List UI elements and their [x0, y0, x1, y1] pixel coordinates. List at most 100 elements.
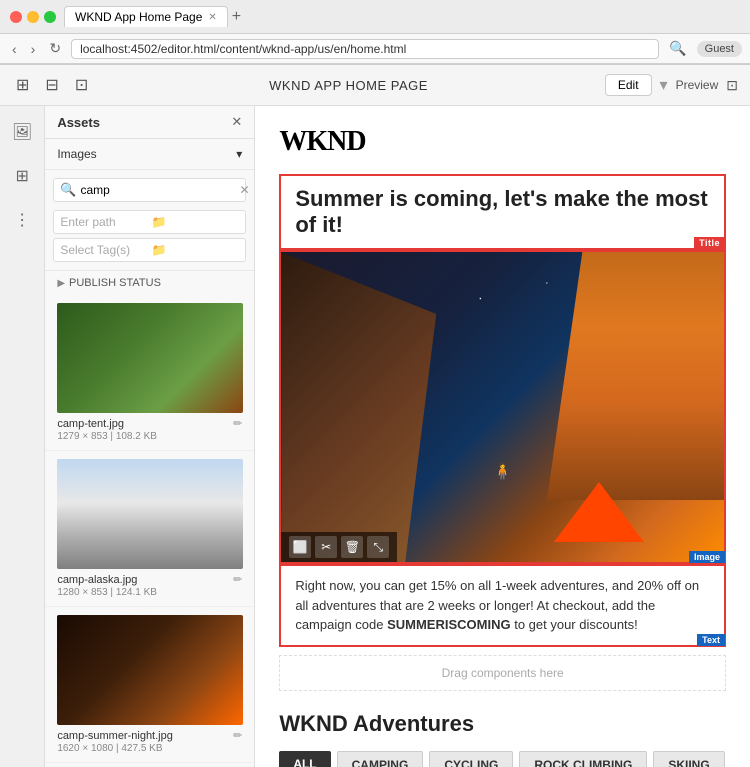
category-pill-rock-climbing[interactable]: ROCK CLIMBING	[519, 751, 647, 767]
address-bar: ‹ › ↻ 🔍 Guest	[0, 34, 750, 64]
adventures-section: WKND Adventures ALL CAMPING CYCLING ROCK…	[279, 711, 726, 767]
resize-tool-button[interactable]: ⤡	[367, 536, 389, 558]
crop-tool-button[interactable]: ⬜	[289, 536, 311, 558]
path-placeholder: Enter path	[60, 215, 148, 229]
sidebar-close-icon[interactable]: ✕	[231, 114, 242, 130]
category-pills: ALL CAMPING CYCLING ROCK CLIMBING SKIING…	[279, 751, 726, 767]
hero-title: Summer is coming, let's make the most of…	[295, 186, 710, 238]
components-icon[interactable]: ⊞	[11, 162, 32, 190]
asset-search-bar: 🔍 ✕	[53, 178, 246, 202]
folder-icon: 📁	[152, 215, 240, 229]
asset-item: camp-tent.jpg ✏ 1279 × 853 | 108.2 KB	[45, 295, 254, 451]
tag-select-row[interactable]: Select Tag(s) 📁	[53, 238, 246, 262]
share-icon[interactable]: ⊡	[726, 77, 738, 94]
traffic-lights	[10, 11, 56, 23]
search-clear-icon[interactable]: ✕	[240, 183, 250, 197]
sidebar-icon-strip: 🖼 ⊞ ⋮	[0, 106, 45, 767]
new-tab-button[interactable]: +	[232, 8, 241, 26]
drag-hint: Drag components here	[279, 655, 726, 691]
asset-meta: 1279 × 853 | 108.2 KB	[57, 431, 242, 442]
asset-meta: 1280 × 853 | 124.1 KB	[57, 587, 242, 598]
tag-folder-icon: 📁	[152, 243, 240, 257]
asset-thumbnail[interactable]	[57, 303, 243, 413]
toolbar-actions: Edit ▾ Preview ⊡	[605, 74, 738, 96]
titlebar: WKND App Home Page ✕ +	[0, 0, 750, 34]
tree-icon[interactable]: ⋮	[10, 206, 34, 234]
asset-thumbnail[interactable]	[57, 459, 243, 569]
asset-item	[45, 763, 254, 767]
assets-icon[interactable]: 🖼	[8, 118, 36, 146]
asset-edit-icon[interactable]: ✏	[233, 417, 242, 430]
sidebar-title: Assets	[57, 115, 100, 130]
url-input[interactable]	[71, 39, 659, 59]
tag-placeholder: Select Tag(s)	[60, 243, 148, 257]
category-pill-cycling[interactable]: CYCLING	[429, 751, 513, 767]
wknd-logo: WKND	[279, 126, 726, 158]
panel-icon[interactable]: ⊟	[41, 71, 62, 99]
asset-edit-icon[interactable]: ✏	[233, 729, 242, 742]
edit-button[interactable]: Edit	[605, 74, 652, 96]
asset-name-row: camp-summer-night.jpg ✏	[57, 729, 242, 742]
image-component[interactable]: 🧍 ⬜ ✂ 🗑 ⤡ Image	[279, 250, 726, 564]
tent-body	[554, 482, 644, 542]
image-badge: Image	[689, 551, 725, 563]
assets-type-label: Images	[57, 147, 96, 161]
text-badge: Text	[697, 634, 725, 646]
hero-text: Right now, you can get 15% on all 1-week…	[295, 576, 710, 635]
main-layout: 🖼 ⊞ ⋮ Assets ✕ Images ▾ 🔍 ✕ Enter path 📁…	[0, 106, 750, 767]
asset-meta: 1620 × 1080 | 427.5 KB	[57, 743, 242, 754]
refresh-button[interactable]: ↻	[45, 38, 65, 59]
sidebar-header-actions: ✕	[231, 114, 242, 130]
chevron-down-icon: ▾	[236, 147, 242, 161]
hero-image: 🧍 ⬜ ✂ 🗑 ⤡	[281, 252, 724, 562]
tab-title: WKND App Home Page	[75, 10, 202, 24]
layers-icon[interactable]: ⊞	[12, 71, 33, 99]
text-component[interactable]: Right now, you can get 15% on all 1-week…	[279, 564, 726, 647]
asset-item: camp-summer-night.jpg ✏ 1620 × 1080 | 42…	[45, 607, 254, 763]
back-button[interactable]: ‹	[8, 39, 21, 59]
asset-item: camp-alaska.jpg ✏ 1280 × 853 | 124.1 KB	[45, 451, 254, 607]
asset-name-row: camp-alaska.jpg ✏	[57, 573, 242, 586]
tab-close-icon[interactable]: ✕	[208, 12, 216, 23]
category-pill-skiing[interactable]: SKIING	[653, 751, 724, 767]
asset-name-row: camp-tent.jpg ✏	[57, 417, 242, 430]
publish-status-row[interactable]: ▶ PUBLISH STATUS	[45, 270, 254, 295]
browser-tab[interactable]: WKND App Home Page ✕	[64, 6, 228, 27]
assets-sidebar: Assets ✕ Images ▾ 🔍 ✕ Enter path 📁 Selec…	[45, 106, 255, 767]
asset-search-input[interactable]	[81, 183, 236, 197]
category-pill-all[interactable]: ALL	[279, 751, 330, 767]
preview-button[interactable]: Preview	[676, 78, 719, 92]
image-toolbar: ⬜ ✂ 🗑 ⤡	[281, 532, 397, 562]
cut-tool-button[interactable]: ✂	[315, 536, 337, 558]
tab-bar: WKND App Home Page ✕ +	[64, 6, 241, 27]
assets-type-dropdown[interactable]: Images ▾	[45, 139, 254, 170]
publish-status-label: PUBLISH STATUS	[69, 277, 161, 289]
asset-name: camp-tent.jpg	[57, 418, 124, 430]
title-badge: Title	[694, 237, 725, 249]
title-component[interactable]: Summer is coming, let's make the most of…	[279, 174, 726, 250]
search-icon[interactable]: 🔍	[665, 38, 690, 59]
asset-edit-icon[interactable]: ✏	[233, 573, 242, 586]
guest-badge: Guest	[697, 41, 742, 57]
maximize-button[interactable]	[44, 11, 56, 23]
toolbar-left: ⊞ ⊟ ⊡	[12, 71, 92, 99]
content-area: WKND Summer is coming, let's make the mo…	[255, 106, 750, 767]
delete-tool-button[interactable]: 🗑	[341, 536, 363, 558]
sidebar-header: Assets ✕	[45, 106, 254, 139]
app-toolbar: ⊞ ⊟ ⊡ WKND APP HOME PAGE Edit ▾ Preview …	[0, 65, 750, 106]
chevron-right-icon: ▶	[57, 278, 65, 289]
grid-icon[interactable]: ⊡	[71, 71, 92, 99]
asset-thumbnail[interactable]	[57, 615, 243, 725]
tent	[554, 482, 644, 542]
path-input-row[interactable]: Enter path 📁	[53, 210, 246, 234]
forward-button[interactable]: ›	[27, 39, 40, 59]
minimize-button[interactable]	[27, 11, 39, 23]
asset-name: camp-alaska.jpg	[57, 574, 137, 586]
browser-chrome: WKND App Home Page ✕ + ‹ › ↻ 🔍 Guest	[0, 0, 750, 65]
figure: 🧍	[493, 462, 513, 482]
category-pill-camping[interactable]: CAMPING	[337, 751, 424, 767]
search-icon: 🔍	[60, 182, 76, 198]
page-title: WKND APP HOME PAGE	[92, 78, 605, 93]
close-button[interactable]	[10, 11, 22, 23]
adventures-title: WKND Adventures	[279, 711, 726, 737]
